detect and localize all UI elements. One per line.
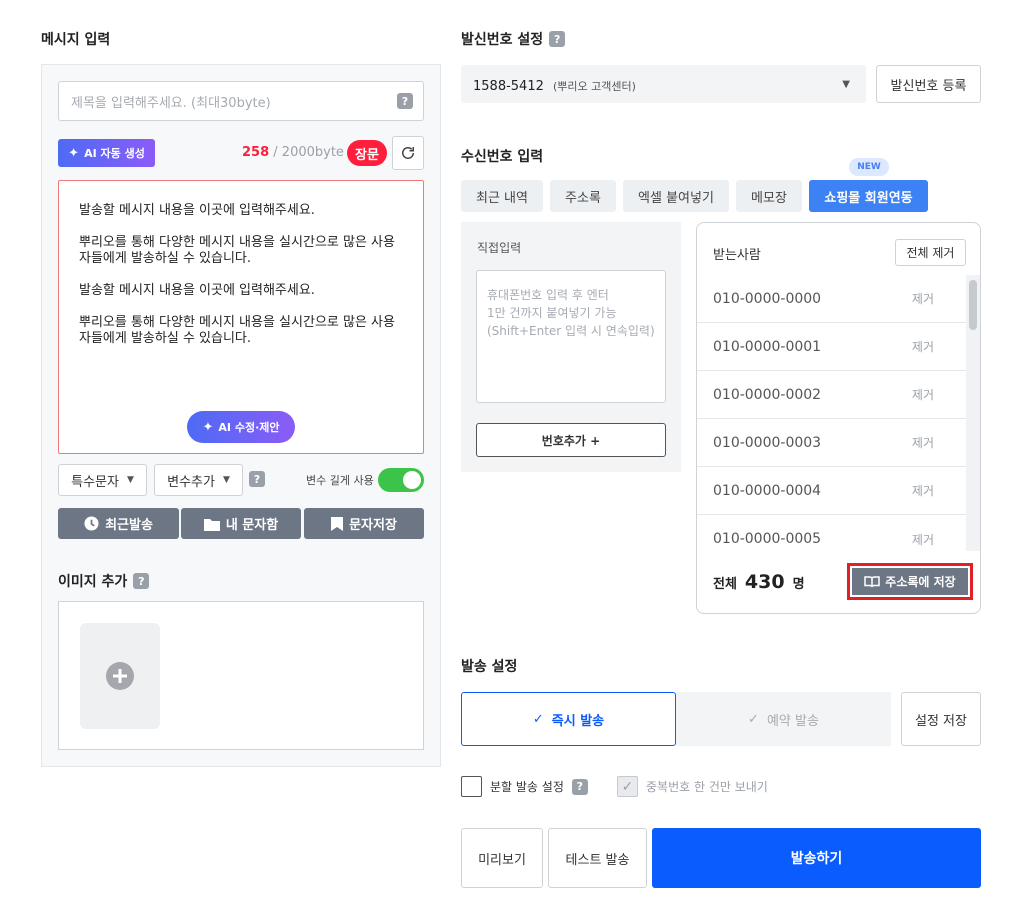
send-section-title: 발송 설정 bbox=[461, 659, 518, 675]
remove-all-button[interactable]: 전체 제거 bbox=[895, 239, 966, 266]
sender-section-title: 발신번호 설정 ? bbox=[461, 29, 566, 49]
question-icon[interactable]: ? bbox=[133, 573, 150, 589]
sparkle-icon: ✦ bbox=[68, 145, 80, 161]
list-item: 010-0000-0000 제거 bbox=[697, 275, 966, 323]
remove-link[interactable]: 제거 bbox=[912, 531, 934, 548]
list-item: 010-0000-0003 제거 bbox=[697, 419, 966, 467]
clock-icon bbox=[84, 516, 99, 531]
caret-down-icon: ▼ bbox=[126, 475, 134, 485]
check-icon: ✓ bbox=[748, 711, 759, 727]
recipient-list-title: 받는사람 bbox=[713, 248, 761, 263]
title-placeholder: 제목을 입력해주세요. (최대30byte) bbox=[71, 95, 271, 111]
book-icon bbox=[864, 575, 881, 587]
sender-number: 1588-5412 bbox=[473, 78, 544, 94]
image-section-title: 이미지 추가 ? bbox=[58, 571, 150, 591]
ai-generate-button[interactable]: ✦ AI 자동 생성 bbox=[58, 139, 155, 167]
plus-circle-icon bbox=[106, 662, 134, 690]
question-icon[interactable]: ? bbox=[549, 31, 566, 47]
tab-recent[interactable]: 최근 내역 bbox=[461, 180, 543, 212]
list-item: 010-0000-0002 제거 bbox=[697, 371, 966, 419]
question-icon[interactable]: ? bbox=[397, 93, 413, 109]
remove-link[interactable]: 제거 bbox=[912, 338, 934, 355]
byte-counter: 258 / 2000byte bbox=[242, 145, 344, 160]
sender-number-note: (뿌리오 고객센터) bbox=[552, 79, 636, 93]
recipient-section-title: 수신번호 입력 bbox=[461, 149, 544, 165]
dedupe-checkbox[interactable]: ✓ bbox=[617, 776, 638, 797]
scheduled-send-option[interactable]: ✓ 예약 발송 bbox=[676, 692, 891, 746]
scrollbar-thumb[interactable] bbox=[969, 280, 977, 330]
message-paragraph: 뿌리오를 통해 다양한 메시지 내용을 실시간으로 많은 사용자들에게 발송하실… bbox=[79, 315, 395, 346]
variable-add-dropdown[interactable]: 변수추가 ▼ bbox=[154, 464, 243, 496]
recipient-total: 전체 430 명 bbox=[713, 571, 805, 593]
remove-link[interactable]: 제거 bbox=[912, 434, 934, 451]
total-count: 430 bbox=[744, 571, 785, 593]
refresh-button[interactable] bbox=[392, 136, 424, 170]
image-add-button[interactable] bbox=[80, 623, 160, 729]
tab-address-book[interactable]: 주소록 bbox=[550, 180, 616, 212]
save-to-contacts-button[interactable]: 주소록에 저장 bbox=[852, 568, 968, 595]
direct-number-textarea[interactable]: 휴대폰번호 입력 후 엔터 1만 건까지 붙여넣기 가능 (Shift+Ente… bbox=[476, 270, 666, 403]
remove-link[interactable]: 제거 bbox=[912, 482, 934, 499]
my-messages-button[interactable]: 내 문자함 bbox=[181, 508, 301, 539]
variable-long-toggle[interactable] bbox=[378, 468, 424, 492]
message-type-badge: 장문 bbox=[347, 140, 387, 166]
question-icon[interactable]: ? bbox=[571, 778, 588, 795]
direct-input-title: 직접입력 bbox=[477, 241, 522, 255]
recipient-list: 010-0000-0000 제거 010-0000-0001 제거 010-0000… bbox=[697, 275, 980, 551]
new-badge: NEW bbox=[849, 158, 889, 176]
save-contacts-highlight: 주소록에 저장 bbox=[847, 563, 973, 600]
message-section-title: 메시지 입력 bbox=[41, 32, 111, 48]
caret-down-icon: ▼ bbox=[222, 475, 230, 485]
tab-memo[interactable]: 메모장 bbox=[736, 180, 802, 212]
toggle-knob bbox=[403, 471, 421, 489]
preview-button[interactable]: 미리보기 bbox=[461, 828, 543, 888]
dedupe-option: ✓ 중복번호 한 건만 보내기 bbox=[617, 776, 768, 797]
direct-input-panel: 직접입력 휴대폰번호 입력 후 엔터 1만 건까지 붙여넣기 가능 (Shift… bbox=[461, 222, 681, 472]
split-send-option: 분할 발송 설정 ? bbox=[461, 776, 588, 797]
tab-excel-paste[interactable]: 엑셀 붙여넣기 bbox=[623, 180, 729, 212]
image-upload-area bbox=[58, 601, 424, 750]
scrollbar-track[interactable] bbox=[966, 275, 980, 551]
send-button[interactable]: 발송하기 bbox=[652, 828, 981, 888]
message-paragraph: 발송할 메시지 내용을 이곳에 입력해주세요. bbox=[79, 203, 315, 218]
title-input[interactable]: 제목을 입력해주세요. (최대30byte) ? bbox=[58, 81, 424, 121]
tab-shopping-mall[interactable]: 쇼핑몰 회원연동 bbox=[809, 180, 928, 212]
recent-send-button[interactable]: 최근발송 bbox=[58, 508, 179, 539]
recipient-list-panel: 받는사람 전체 제거 010-0000-0000 제거 010-0000-0001… bbox=[696, 222, 981, 614]
check-icon: ✓ bbox=[532, 711, 544, 727]
message-paragraph: 뿌리오를 통해 다양한 메시지 내용을 실시간으로 많은 사용자들에게 발송하실… bbox=[79, 235, 395, 266]
message-paragraph: 발송할 메시지 내용을 이곳에 입력해주세요. bbox=[79, 283, 315, 298]
folder-icon bbox=[203, 518, 220, 531]
message-body-textarea[interactable]: 발송할 메시지 내용을 이곳에 입력해주세요. 뿌리오를 통해 다양한 메시지 … bbox=[58, 180, 424, 454]
instant-send-option[interactable]: ✓ 즉시 발송 bbox=[461, 692, 676, 746]
caret-down-icon: ▼ bbox=[842, 78, 850, 90]
save-message-button[interactable]: 문자저장 bbox=[304, 508, 424, 539]
variable-long-label: 변수 길게 사용 bbox=[306, 474, 374, 487]
split-send-checkbox[interactable] bbox=[461, 776, 482, 797]
sender-number-select[interactable]: 1588-5412 (뿌리오 고객센터) ▼ bbox=[461, 65, 866, 103]
sparkle-icon: ✦ bbox=[202, 419, 214, 435]
list-item: 010-0000-0005 제거 bbox=[713, 531, 934, 548]
remove-link[interactable]: 제거 bbox=[912, 290, 934, 307]
question-icon[interactable]: ? bbox=[249, 471, 265, 487]
list-item: 010-0000-0001 제거 bbox=[697, 323, 966, 371]
refresh-icon bbox=[402, 147, 414, 159]
list-item: 010-0000-0004 제거 bbox=[697, 467, 966, 515]
test-send-button[interactable]: 테스트 발송 bbox=[548, 828, 647, 888]
bookmark-icon bbox=[331, 516, 344, 531]
add-number-button[interactable]: 번호추가 + bbox=[476, 423, 666, 457]
message-panel: 제목을 입력해주세요. (최대30byte) ? ✦ AI 자동 생성 258 … bbox=[41, 64, 441, 767]
special-char-dropdown[interactable]: 특수문자 ▼ bbox=[58, 464, 147, 496]
ai-suggest-button[interactable]: ✦ AI 수정·제안 bbox=[187, 411, 295, 443]
save-settings-button[interactable]: 설정 저장 bbox=[901, 692, 981, 746]
remove-link[interactable]: 제거 bbox=[912, 386, 934, 403]
register-sender-button[interactable]: 발신번호 등록 bbox=[876, 65, 981, 103]
